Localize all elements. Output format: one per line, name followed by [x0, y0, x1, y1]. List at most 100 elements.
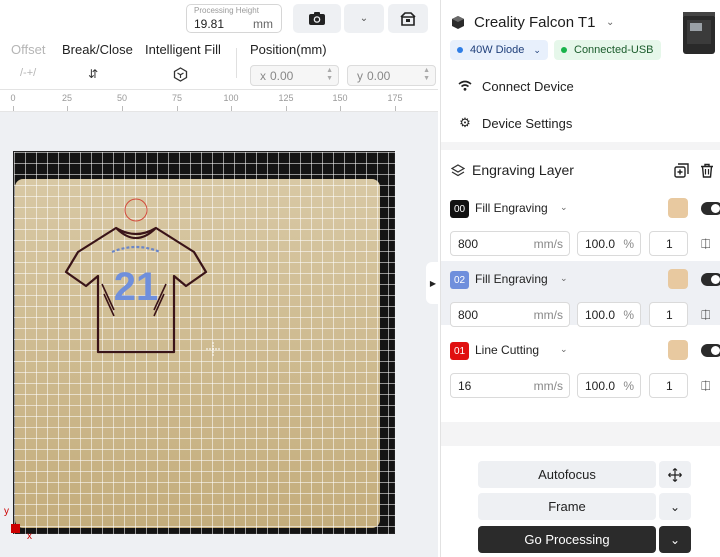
- camera-workarea[interactable]: 21: [13, 151, 396, 535]
- speed-value: 800: [458, 237, 479, 251]
- jersey-number: 21: [114, 265, 159, 309]
- spinner-icon[interactable]: ▲ ▼: [326, 67, 333, 83]
- break-close-icon: ⇵: [88, 67, 99, 81]
- power-unit: %: [623, 379, 634, 393]
- ruler-mark: [177, 106, 178, 111]
- laser-module-label: 40W Diode: [470, 44, 525, 56]
- chevron-down-icon: ⌄: [359, 13, 369, 24]
- chevron-down-icon[interactable]: ⌄: [560, 344, 568, 355]
- ruler-tick: 75: [171, 93, 183, 103]
- processing-height-value[interactable]: 19.81: [194, 17, 224, 31]
- position-label: Position(mm): [250, 42, 327, 57]
- break-close-button-label[interactable]: Break/Close: [62, 42, 133, 57]
- layer-visibility-toggle[interactable]: [701, 202, 720, 215]
- layer-visibility-toggle[interactable]: [701, 344, 720, 357]
- frame-button[interactable]: Frame: [478, 493, 656, 520]
- connection-status-label: Connected-USB: [574, 44, 654, 56]
- layer-color-swatch[interactable]: [668, 269, 688, 289]
- power-input[interactable]: 100.0 %: [577, 373, 641, 398]
- panel-collapse-button[interactable]: ▶: [426, 262, 440, 304]
- camera-button[interactable]: [293, 4, 341, 33]
- offset-icon: /-+/: [20, 67, 37, 79]
- ruler-tick: 125: [278, 93, 294, 103]
- jersey-design[interactable]: 21: [54, 192, 220, 356]
- speed-input[interactable]: 16 mm/s: [450, 373, 570, 398]
- layer-color-swatch[interactable]: [668, 340, 688, 360]
- y-axis-letter: y: [357, 69, 363, 83]
- laser-module-selector[interactable]: 40W Diode ⌄: [450, 40, 548, 60]
- caret-right-icon: ▶: [429, 278, 437, 288]
- position-x-input[interactable]: x 0.00 ▲ ▼: [250, 65, 339, 86]
- chevron-down-icon[interactable]: ⌄: [560, 202, 568, 213]
- layer-visibility-toggle[interactable]: [701, 273, 720, 286]
- device-settings-label: Device Settings: [482, 115, 573, 131]
- add-layer-icon[interactable]: [674, 163, 689, 178]
- passes-input[interactable]: 1: [649, 231, 688, 256]
- ruler-tick: 0: [10, 93, 16, 103]
- canvas-x-axis-label: x: [27, 531, 32, 542]
- x-axis-letter: x: [260, 69, 266, 83]
- canvas-y-axis-label: y: [4, 506, 9, 517]
- trash-icon[interactable]: [700, 163, 714, 178]
- device-cube-icon: [452, 16, 464, 29]
- chevron-down-icon[interactable]: ⌄: [606, 17, 614, 28]
- layer-badge: 01: [450, 342, 469, 360]
- power-value: 100.0: [585, 237, 616, 251]
- layer-row[interactable]: 01 Line Cutting ⌄ 16 mm/s 100.0 % 1 ⎅: [441, 332, 720, 398]
- wifi-icon: [457, 79, 473, 94]
- layers-icon: [451, 164, 465, 177]
- frame-options-button[interactable]: ⌄: [659, 493, 691, 520]
- ruler-mark: [340, 106, 341, 111]
- processing-options-button[interactable]: ⌄: [659, 526, 691, 553]
- spinner-icon[interactable]: ▲ ▼: [423, 67, 430, 83]
- camera-dropdown-button[interactable]: ⌄: [344, 4, 384, 33]
- speed-unit: mm/s: [533, 237, 563, 251]
- move-button[interactable]: [659, 461, 691, 488]
- go-processing-button[interactable]: Go Processing: [478, 526, 656, 553]
- top-bar: Processing Height 19.81 mm ⌄: [0, 0, 438, 36]
- device-card: Creality Falcon T1 ⌄ 40W Diode ⌄ Connect…: [441, 0, 720, 142]
- power-value: 100.0: [585, 379, 616, 393]
- ruler-mark: [395, 106, 396, 111]
- passes-input[interactable]: 1: [649, 302, 688, 327]
- camera-icon: [309, 12, 325, 25]
- adjust-sliders-icon[interactable]: ⎅: [701, 379, 711, 394]
- toolbox-icon: [400, 12, 416, 26]
- intelligent-fill-button-label[interactable]: Intelligent Fill: [145, 42, 221, 57]
- toolbar-divider: [236, 48, 237, 78]
- layer-mode-label[interactable]: Fill Engraving: [475, 272, 548, 286]
- autofocus-button[interactable]: Autofocus: [478, 461, 656, 488]
- ruler-tick: 25: [61, 93, 73, 103]
- layer-mode-label[interactable]: Line Cutting: [475, 343, 539, 357]
- toolbox-button[interactable]: [388, 4, 428, 33]
- layer-row[interactable]: 00 Fill Engraving ⌄ 800 mm/s 100.0 % 1 ⎅: [441, 190, 720, 256]
- speed-value: 16: [458, 379, 472, 393]
- power-unit: %: [623, 237, 634, 251]
- offset-button-label[interactable]: Offset: [11, 42, 45, 57]
- power-unit: %: [623, 308, 634, 322]
- layer-color-swatch[interactable]: [668, 198, 688, 218]
- power-value: 100.0: [585, 308, 616, 322]
- chevron-down-icon[interactable]: ⌄: [560, 273, 568, 284]
- power-input[interactable]: 100.0 %: [577, 302, 641, 327]
- adjust-sliders-icon[interactable]: ⎅: [701, 308, 711, 323]
- speed-input[interactable]: 800 mm/s: [450, 302, 570, 327]
- speed-input[interactable]: 800 mm/s: [450, 231, 570, 256]
- passes-input[interactable]: 1: [649, 373, 688, 398]
- layer-mode-label[interactable]: Fill Engraving: [475, 201, 548, 215]
- power-input[interactable]: 100.0 %: [577, 231, 641, 256]
- layer-badge: 00: [450, 200, 469, 218]
- speed-value: 800: [458, 308, 479, 322]
- device-name[interactable]: Creality Falcon T1: [474, 14, 595, 31]
- position-y-value: 0.00: [367, 69, 391, 83]
- processing-height-label: Processing Height: [194, 6, 259, 15]
- position-y-input[interactable]: y 0.00 ▲ ▼: [347, 65, 436, 86]
- device-settings-item[interactable]: ⚙ Device Settings: [457, 115, 572, 131]
- ruler-mark: [122, 106, 123, 111]
- processing-height-field[interactable]: Processing Height 19.81 mm: [186, 4, 282, 33]
- intelligent-fill-icon: [173, 67, 188, 82]
- adjust-sliders-icon[interactable]: ⎅: [701, 237, 711, 252]
- layer-row[interactable]: 02 Fill Engraving ⌄ 800 mm/s 100.0 % 1 ⎅: [441, 261, 720, 327]
- connect-device-item[interactable]: Connect Device: [457, 79, 574, 94]
- speed-unit: mm/s: [533, 379, 563, 393]
